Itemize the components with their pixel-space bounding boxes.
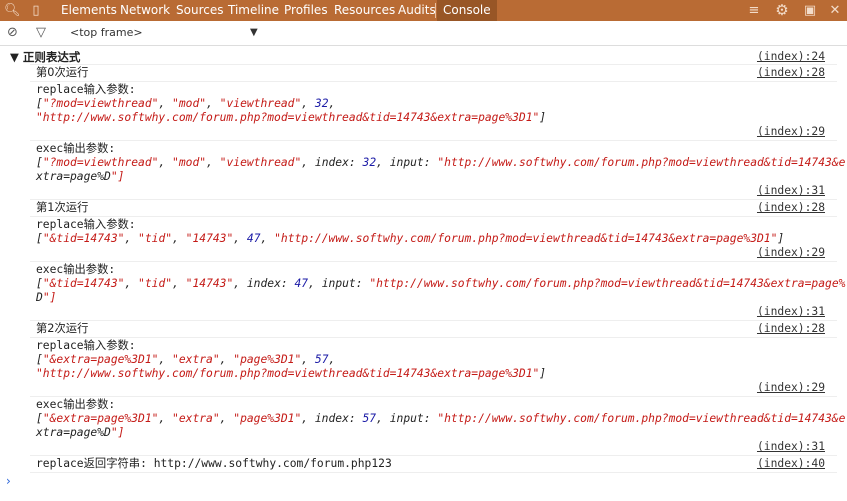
source-link[interactable]: (index):28 <box>757 322 825 336</box>
console-filter-bar: ⊘ ▽ <top frame> ▼ <box>0 21 847 46</box>
divider <box>30 81 837 82</box>
tab-separator <box>435 3 436 18</box>
log-array[interactable]: ["&extra=page%3D1", "extra", "page%3D1",… <box>36 412 845 426</box>
log-label: 第2次运行 <box>36 322 89 335</box>
tab-sources[interactable]: Sources <box>176 0 223 21</box>
log-array[interactable]: ["?mod=viewthread", "mod", "viewthread",… <box>36 97 335 111</box>
console-prompt-icon[interactable]: › <box>6 474 11 488</box>
log-label: 第1次运行 <box>36 201 89 214</box>
log-label: replace输入参数: <box>36 218 136 231</box>
triangle-down-icon[interactable]: ▼ <box>10 50 19 64</box>
log-array[interactable]: ["&extra=page%3D1", "extra", "page%3D1",… <box>36 353 335 367</box>
tab-resources[interactable]: Resources <box>334 0 395 21</box>
source-link[interactable]: (index):31 <box>757 184 825 198</box>
divider <box>30 455 837 456</box>
log-array[interactable]: xtra=page%D"] <box>36 170 124 184</box>
close-icon[interactable]: ✕ <box>827 0 843 21</box>
chevron-down-icon[interactable]: ▼ <box>250 21 258 45</box>
log-array[interactable]: ["&tid=14743", "tid", "14743", index: 47… <box>36 277 845 291</box>
divider <box>30 337 837 338</box>
log-label: replace返回字符串: http://www.softwhy.com/for… <box>36 457 392 470</box>
divider <box>30 396 837 397</box>
log-label: exec输出参数: <box>36 142 116 155</box>
frame-select[interactable]: <top frame> <box>70 21 143 45</box>
log-array[interactable]: xtra=page%D"] <box>36 426 124 440</box>
divider <box>30 64 837 65</box>
clear-console-icon[interactable]: ⊘ <box>7 21 18 45</box>
log-array[interactable]: "http://www.softwhy.com/forum.php?mod=vi… <box>36 367 546 381</box>
source-link[interactable]: (index):28 <box>757 66 825 80</box>
dock-icon[interactable]: ▣ <box>801 0 819 21</box>
show-drawer-icon[interactable]: ≡ <box>745 0 763 21</box>
tab-network[interactable]: Network <box>120 0 170 21</box>
log-array[interactable]: ["?mod=viewthread", "mod", "viewthread",… <box>36 156 845 170</box>
source-link[interactable]: (index):24 <box>757 50 825 64</box>
log-label: replace输入参数: <box>36 83 136 96</box>
source-link[interactable]: (index):31 <box>757 305 825 319</box>
source-link[interactable]: (index):31 <box>757 440 825 454</box>
divider <box>30 199 837 200</box>
divider <box>30 472 837 473</box>
source-link[interactable]: (index):40 <box>757 457 825 471</box>
log-label: exec输出参数: <box>36 263 116 276</box>
tab-timeline[interactable]: Timeline <box>228 0 279 21</box>
search-icon[interactable]: 🔍︎ <box>4 0 21 21</box>
divider <box>30 140 837 141</box>
tab-profiles[interactable]: Profiles <box>284 0 328 21</box>
filter-icon[interactable]: ▽ <box>36 21 46 45</box>
source-link[interactable]: (index):29 <box>757 246 825 260</box>
device-mode-icon[interactable]: ▯ <box>28 0 44 21</box>
log-array[interactable]: D"] <box>36 291 56 305</box>
devtools-toolbar: 🔍︎ ▯ Elements Network Sources Timeline P… <box>0 0 847 21</box>
tab-audits[interactable]: Audits <box>398 0 436 21</box>
source-link[interactable]: (index):28 <box>757 201 825 215</box>
log-label: replace输入参数: <box>36 339 136 352</box>
divider <box>30 320 837 321</box>
source-link[interactable]: (index):29 <box>757 125 825 139</box>
divider <box>30 216 837 217</box>
log-label: exec输出参数: <box>36 398 116 411</box>
console-group[interactable]: ▼ 正则表达式 <box>10 50 80 64</box>
source-link[interactable]: (index):29 <box>757 381 825 395</box>
tab-console[interactable]: Console <box>437 0 497 21</box>
log-array[interactable]: ["&tid=14743", "tid", "14743", 47, "http… <box>36 232 784 246</box>
divider <box>30 261 837 262</box>
gear-icon[interactable]: ⚙ <box>773 0 791 21</box>
log-label: 第0次运行 <box>36 66 89 79</box>
log-array[interactable]: "http://www.softwhy.com/forum.php?mod=vi… <box>36 111 546 125</box>
group-label: 正则表达式 <box>22 50 81 64</box>
tab-elements[interactable]: Elements <box>61 0 117 21</box>
